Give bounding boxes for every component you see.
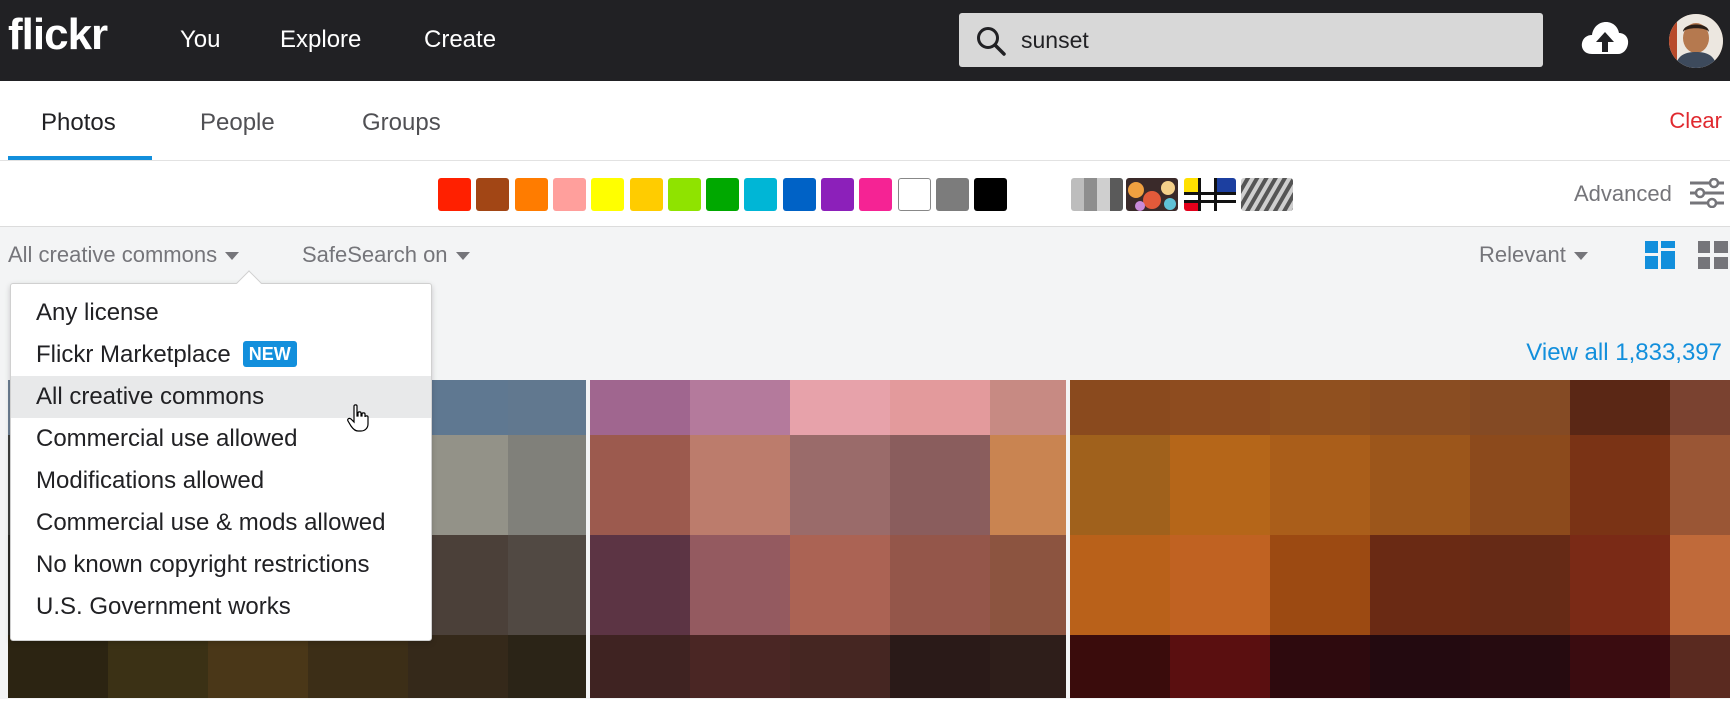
color-swatch[interactable] [782,178,816,211]
sort-dropdown-label: Relevant [1479,242,1566,267]
color-swatch[interactable] [859,178,893,211]
style-patterns-swatch[interactable] [1241,178,1293,211]
menu-item-label: Commercial use & mods allowed [36,509,386,536]
safesearch-dropdown-label: SafeSearch on [302,242,448,267]
color-swatch[interactable] [438,178,471,211]
menu-item-label: Modifications allowed [36,467,265,494]
color-swatch[interactable] [552,178,586,211]
menu-item-label: Flickr Marketplace [36,341,231,368]
justified-layout-icon[interactable] [1645,241,1675,269]
style-black-and-white-swatch[interactable] [1071,178,1123,211]
color-swatch[interactable] [514,178,548,211]
nav-explore[interactable]: Explore [280,26,361,54]
cloud-upload-icon[interactable] [1580,18,1630,58]
nav-create[interactable]: Create [424,26,496,54]
chevron-down-icon [1573,252,1588,261]
tab-people[interactable]: People [200,109,275,137]
photo-thumbnail[interactable] [1070,380,1730,698]
menu-item-label: All creative commons [36,383,265,410]
chevron-down-icon [455,252,470,261]
color-swatch[interactable] [744,178,778,211]
next-row-edge [0,699,1730,707]
sort-dropdown[interactable]: Relevant [1479,242,1588,268]
menu-item-commercial-and-mods[interactable]: Commercial use & mods allowed [11,502,431,544]
tab-groups[interactable]: Groups [362,109,441,137]
nav-you[interactable]: You [180,26,221,54]
menu-item-no-known-restrictions[interactable]: No known copyright restrictions [11,544,431,586]
menu-item-label: Any license [36,299,159,326]
license-dropdown-label: All creative commons [8,242,218,267]
color-filter-bar: Advanced [0,161,1730,227]
license-menu: Any license Flickr Marketplace NEW All cr… [10,283,432,641]
color-swatch[interactable] [629,178,663,211]
color-swatch[interactable] [667,178,701,211]
sliders-icon[interactable] [1690,178,1724,208]
view-all-link[interactable]: View all 1,833,397 [1526,339,1722,367]
new-badge: NEW [242,341,297,367]
color-swatch[interactable] [706,178,740,211]
clear-button[interactable]: Clear [1669,108,1722,134]
chevron-down-icon [225,252,240,261]
flickr-search-page: flickr You Explore Create Pho [0,0,1730,707]
menu-item-modifications-allowed[interactable]: Modifications allowed [11,460,431,502]
advanced-link[interactable]: Advanced [1574,181,1672,207]
license-dropdown[interactable]: All creative commons [8,242,240,268]
tab-photos[interactable]: Photos [41,109,116,137]
active-tab-indicator [8,156,152,160]
menu-item-label: No known copyright restrictions [36,551,370,578]
style-depth-of-field-swatch[interactable] [1126,178,1178,211]
photo-thumbnail[interactable] [590,380,1066,698]
search-icon[interactable] [975,25,1007,57]
flickr-logo[interactable]: flickr [8,10,108,60]
search-type-tabs: Photos People Groups Clear [0,81,1730,161]
color-swatch[interactable] [476,178,510,211]
color-swatch[interactable] [821,178,854,211]
color-swatch[interactable] [897,178,931,211]
menu-item-flickr-marketplace[interactable]: Flickr Marketplace NEW [11,334,431,376]
color-swatch[interactable] [591,178,625,211]
menu-item-any-license[interactable]: Any license [11,292,431,334]
grid-layout-icon[interactable] [1698,241,1728,269]
top-nav-bar: flickr You Explore Create [0,0,1730,81]
hand-pointer-icon [347,404,369,432]
search-input[interactable] [1021,13,1521,67]
style-minimalist-swatch[interactable] [1184,178,1236,211]
color-swatch[interactable] [974,178,1008,211]
menu-item-label: U.S. Government works [36,593,291,620]
safesearch-dropdown[interactable]: SafeSearch on [302,242,470,268]
user-avatar[interactable] [1669,14,1723,68]
search-box[interactable] [959,13,1543,67]
menu-item-label: Commercial use allowed [36,425,298,452]
color-swatch[interactable] [935,178,969,211]
menu-item-us-government-works[interactable]: U.S. Government works [11,586,431,628]
